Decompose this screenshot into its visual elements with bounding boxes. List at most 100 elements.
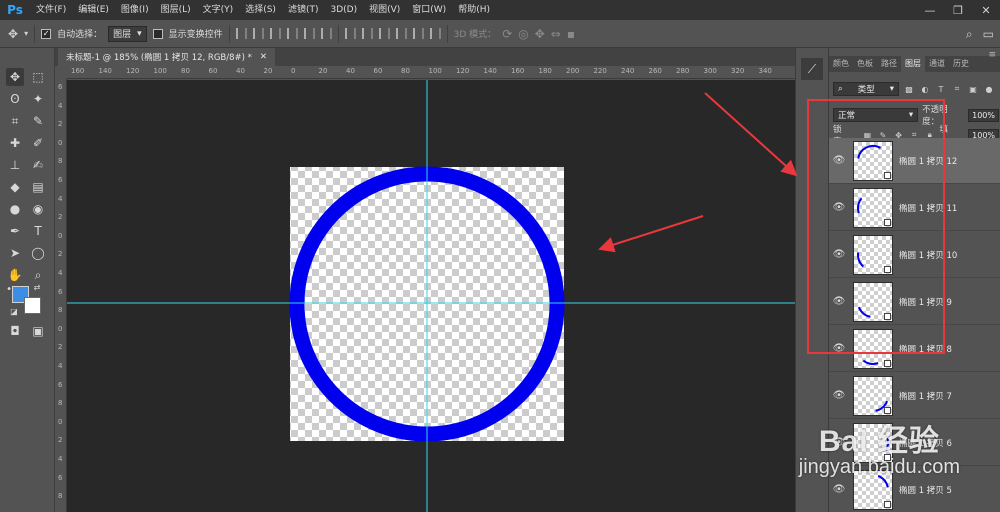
panel-tab[interactable]: 色板 [853,56,877,72]
menu-item[interactable]: 图层(L) [155,0,197,20]
dodge-tool-icon[interactable]: ◉ [29,200,47,218]
default-colors-icon[interactable]: ◪ [9,306,19,316]
lasso-tool-icon[interactable]: ʘ [6,90,24,108]
3d-slide-icon[interactable]: ⇔ [551,27,561,41]
healing-brush-icon[interactable]: ✚ [6,134,24,152]
marquee-tool-icon[interactable]: ⬚ [29,68,47,86]
layer-row[interactable]: 👁︎ 椭圆 1 拷贝 8 [829,326,1000,372]
visibility-eye-icon[interactable]: 👁︎ [829,390,849,401]
menu-item[interactable]: 选择(S) [239,0,282,20]
layer-row[interactable]: 👁︎ 椭圆 1 拷贝 9 [829,279,1000,325]
history-brush-icon[interactable]: ✍ [29,156,47,174]
panel-menu-icon[interactable]: ≡ [988,50,996,60]
clone-stamp-icon[interactable]: ⊥ [6,156,24,174]
background-color-swatch[interactable] [24,297,41,314]
close-icon[interactable]: ✕ [260,52,267,62]
3d-scale-icon[interactable]: ▪ [567,27,575,41]
filter-toggle-icon[interactable]: ● [983,83,995,95]
align-left-icon[interactable] [286,28,298,39]
align-right-icon[interactable] [320,28,332,39]
align-hcenter-icon[interactable] [303,28,315,39]
layer-row[interactable]: 👁︎ 椭圆 1 拷贝 7 [829,373,1000,419]
menu-item[interactable]: 图像(I) [115,0,155,20]
distribute-bottom-icon[interactable] [378,28,390,39]
show-transform-checkbox[interactable] [152,28,163,39]
filter-kind-dropdown[interactable]: ⌕ 类型 ▾ [833,82,899,96]
menu-item[interactable]: 编辑(E) [72,0,115,20]
properties-icon[interactable]: ⟋ [801,58,823,80]
move-tool-icon[interactable]: ✥ [6,68,24,86]
pen-tool-icon[interactable]: ✒ [6,222,24,240]
3d-pan-icon[interactable]: ✥ [535,27,545,41]
layer-row[interactable]: 👁︎ 椭圆 1 拷贝 12 [829,138,1000,184]
align-top-icon[interactable] [235,28,247,39]
3d-roll-icon[interactable]: ◎ [518,27,528,41]
ellipse-tool-icon[interactable]: ◯ [29,244,47,262]
distribute-left-icon[interactable] [395,28,407,39]
distribute-vcenter-icon[interactable] [361,28,373,39]
type-filter-icon[interactable]: T [935,83,947,95]
search-icon[interactable]: ⌕ [966,27,973,42]
eyedropper-icon[interactable]: ✎ [29,112,47,130]
auto-select-checkbox[interactable]: ✓ [41,28,52,39]
magic-wand-icon[interactable]: ✦ [29,90,47,108]
panel-tab[interactable]: 通道 [925,56,949,72]
shape-filter-icon[interactable]: ⌗ [951,83,963,95]
visibility-eye-icon[interactable]: 👁︎ [829,343,849,354]
3d-rotate-icon[interactable]: ⟳ [502,27,512,41]
move-tool-icon[interactable]: ✥ [8,27,18,41]
vertical-ruler[interactable]: 6 4 2 0 8 6 4 2 0 2 4 6 8 0 2 4 6 8 0 2 4 6 8 [55,79,67,512]
panel-tab[interactable]: 颜色 [829,56,853,72]
type-tool-icon[interactable]: T [29,222,47,240]
menu-item[interactable]: 文件(F) [30,0,72,20]
minimize-button[interactable]: — [916,0,944,20]
menu-item[interactable]: 文字(Y) [197,0,240,20]
opacity-input[interactable]: 100% [968,108,999,122]
visibility-eye-icon[interactable]: 👁︎ [829,296,849,307]
canvas-workspace[interactable] [67,80,795,512]
visibility-eye-icon[interactable]: 👁︎ [829,249,849,260]
document-tab[interactable]: 未标题-1 @ 185% (椭圆 1 拷贝 12, RGB/8#) * ✕ [58,48,276,66]
screen-mode-icon[interactable]: ▣ [29,322,47,340]
hand-tool-icon[interactable]: ✋ [6,266,24,284]
crop-tool-icon[interactable]: ⌗ [6,112,24,130]
layer-row[interactable]: 👁︎ 椭圆 1 拷贝 11 [829,185,1000,231]
menu-item[interactable]: 窗口(W) [406,0,452,20]
ruler-corner[interactable] [55,66,67,79]
ruler-tick-label: 200 [566,67,580,75]
distribute-top-icon[interactable] [344,28,356,39]
align-vcenter-icon[interactable] [252,28,264,39]
panel-tab[interactable]: 图层 [901,56,925,72]
swap-colors-icon[interactable]: ⇄ [32,282,42,292]
blend-mode-dropdown[interactable]: 正常 ▾ [833,108,919,122]
distribute-hcenter-icon[interactable] [412,28,424,39]
quick-mask-icon[interactable]: ◘ [6,322,24,340]
panel-tab[interactable]: 历史 [949,56,973,72]
pixel-filter-icon[interactable]: ▩ [903,83,915,95]
document-canvas[interactable] [67,80,795,512]
adjustment-filter-icon[interactable]: ◐ [919,83,931,95]
align-bottom-icon[interactable] [269,28,281,39]
close-button[interactable]: ✕ [972,0,1000,20]
chevron-down-icon[interactable]: ▾ [24,29,28,38]
menu-item[interactable]: 滤镜(T) [282,0,325,20]
menu-item[interactable]: 视图(V) [363,0,406,20]
visibility-eye-icon[interactable]: 👁︎ [829,484,849,495]
gradient-tool-icon[interactable]: ▤ [29,178,47,196]
menu-item[interactable]: 3D(D) [324,0,363,20]
restore-button[interactable]: ❐ [944,0,972,20]
brush-tool-icon[interactable]: ✐ [29,134,47,152]
distribute-right-icon[interactable] [429,28,441,39]
visibility-eye-icon[interactable]: 👁︎ [829,202,849,213]
blur-tool-icon[interactable]: ● [6,200,24,218]
layer-row[interactable]: 👁︎ 椭圆 1 拷贝 10 [829,232,1000,278]
menu-item[interactable]: 帮助(H) [452,0,496,20]
visibility-eye-icon[interactable]: 👁︎ [829,155,849,166]
eraser-tool-icon[interactable]: ◆ [6,178,24,196]
smart-object-filter-icon[interactable]: ▣ [967,83,979,95]
panel-tab[interactable]: 路径 [877,56,901,72]
path-select-icon[interactable]: ➤ [6,244,24,262]
workspace-icon[interactable]: ▭ [983,27,994,41]
horizontal-ruler[interactable]: 160 140 120 100 80 60 40 20 0 20 40 60 80 100 120 140 16… [67,66,795,79]
auto-select-dropdown[interactable]: 图层 ▾ [108,25,147,42]
